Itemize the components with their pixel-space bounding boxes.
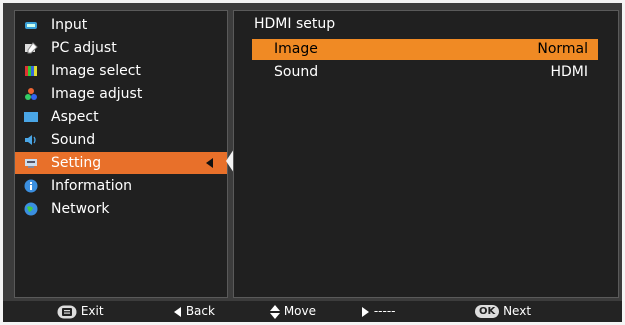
image-select-icon [25, 66, 37, 76]
footer-move: Move [270, 301, 316, 322]
aspect-icon [24, 112, 38, 122]
submenu-title: HDMI setup [254, 16, 336, 32]
menu-label: Network [51, 201, 110, 217]
image-adjust-icon [25, 88, 37, 100]
menu-item-image-select[interactable]: Image select [15, 60, 227, 82]
input-icon [25, 22, 37, 29]
menu-label: Image select [51, 63, 141, 79]
menu-label: Input [51, 17, 88, 33]
right-action-label: ----- [373, 304, 396, 318]
menu-item-pc-adjust[interactable]: PC adjust [15, 37, 227, 59]
ok-key-icon: OK [475, 305, 500, 318]
menu-label: Information [51, 178, 133, 194]
row-value: HDMI [550, 64, 588, 80]
menu-label: Setting [51, 155, 102, 171]
menu-item-network[interactable]: Network [15, 198, 227, 220]
submenu-arrow-icon [206, 158, 213, 168]
sound-icon [25, 135, 36, 145]
footer-next[interactable]: OK Next [475, 301, 531, 322]
menu-item-information[interactable]: Information [15, 175, 227, 197]
network-icon [24, 202, 38, 216]
footer-right: ----- [362, 301, 395, 322]
back-arrow-icon [174, 306, 181, 317]
information-icon [24, 179, 38, 193]
menu-item-image-adjust[interactable]: Image adjust [15, 83, 227, 105]
main-menu: Input PC adjust Image select Image adjus… [14, 10, 228, 298]
menu-item-aspect[interactable]: Aspect [15, 106, 227, 128]
exit-label: Exit [80, 304, 104, 318]
menu-item-sound[interactable]: Sound [15, 129, 227, 151]
right-arrow-icon [362, 306, 369, 317]
footer-exit[interactable]: Exit [57, 301, 104, 322]
row-image[interactable]: Image Normal [252, 39, 598, 60]
menu-label: Sound [51, 132, 96, 148]
submenu-panel: HDMI setup Image Normal Sound HDMI [233, 10, 619, 298]
row-value: Normal [537, 41, 588, 57]
menu-label: Image adjust [51, 86, 143, 102]
move-label: Move [283, 304, 317, 318]
menu-label: PC adjust [51, 40, 117, 56]
row-label: Image [274, 41, 318, 57]
menu-label: Aspect [51, 109, 99, 125]
up-down-arrow-icon [270, 304, 280, 319]
footer-back[interactable]: Back [174, 301, 215, 322]
setting-icon [25, 159, 37, 168]
menu-item-input[interactable]: Input [15, 14, 227, 36]
footer-bar: Exit Back Move ----- OK Next [3, 301, 622, 322]
menu-item-setting[interactable]: Setting [15, 152, 227, 174]
pc-adjust-icon [25, 42, 38, 54]
back-label: Back [185, 304, 215, 318]
row-sound[interactable]: Sound HDMI [252, 62, 598, 83]
next-label: Next [503, 304, 532, 318]
projector-osd: Input PC adjust Image select Image adjus… [3, 3, 622, 322]
menu-key-icon [57, 305, 77, 318]
row-label: Sound [274, 64, 319, 80]
